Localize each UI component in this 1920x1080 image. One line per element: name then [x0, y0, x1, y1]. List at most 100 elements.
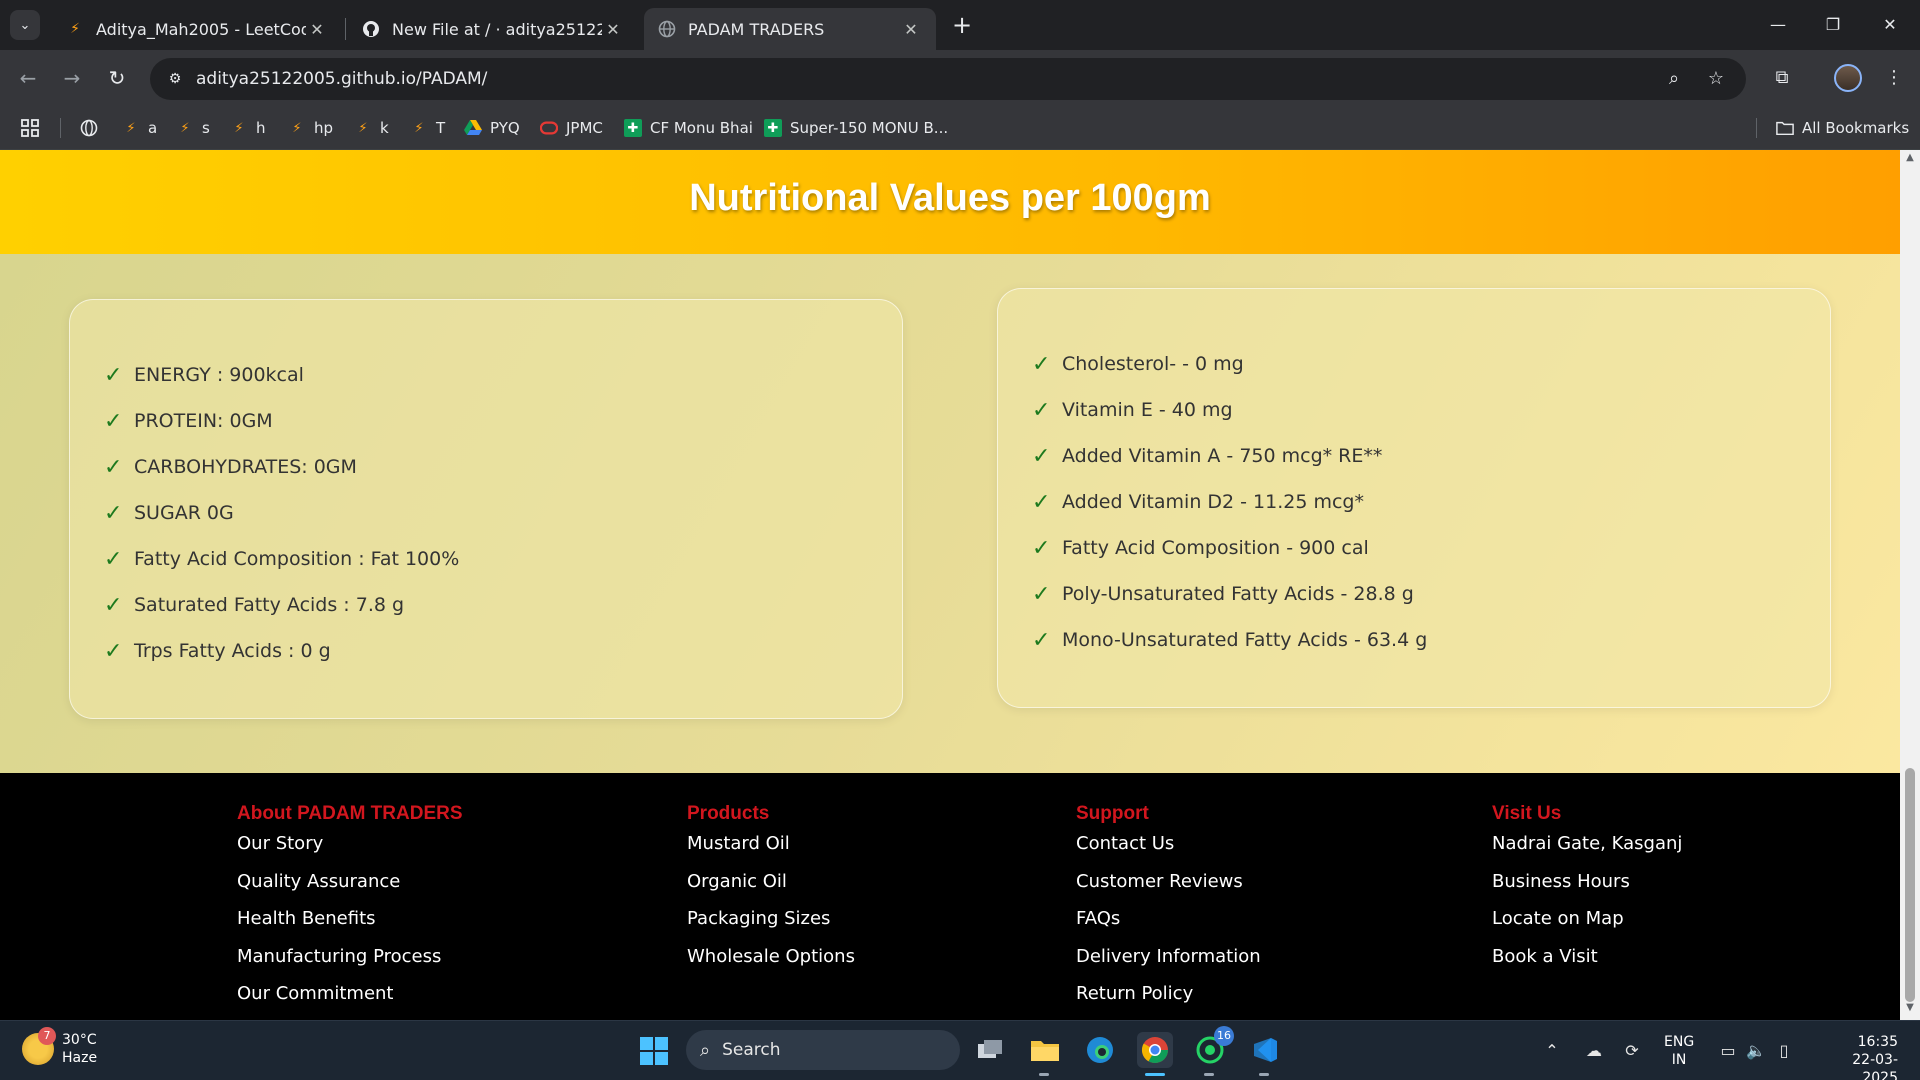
bookmark-jpmc[interactable]: JPMC — [540, 116, 603, 140]
address-bar[interactable]: ⚙ aditya25122005.github.io/PADAM/ ⌕ ☆ — [150, 58, 1746, 100]
close-window-button[interactable]: ✕ — [1870, 10, 1910, 40]
restore-button[interactable]: ❐ — [1813, 10, 1853, 40]
taskbar-search[interactable]: ⌕ Search — [686, 1030, 960, 1070]
footer-link[interactable]: Return Policy — [1076, 983, 1261, 1020]
profile-avatar[interactable] — [1834, 64, 1862, 92]
nutrition-banner: Nutritional Values per 100gm — [0, 150, 1900, 254]
footer-link[interactable]: Customer Reviews — [1076, 871, 1261, 909]
close-tab-icon[interactable]: ✕ — [602, 20, 624, 39]
nutrition-list-right: ✓ Cholesterol- - 0 mg ✓ Vitamin E - 40 mg … — [1032, 341, 1830, 663]
bookmark-a[interactable]: ⚡ a — [122, 116, 157, 140]
bookmark-globe[interactable] — [80, 116, 106, 140]
vscode-icon[interactable] — [1247, 1032, 1283, 1076]
weather-widget[interactable]: 7 30°C Haze — [22, 1027, 97, 1067]
chrome-icon[interactable] — [1137, 1032, 1173, 1076]
bookmark-pyq[interactable]: PYQ — [464, 116, 520, 140]
search-label: Search — [722, 1040, 781, 1060]
sync-icon[interactable]: ⟳ — [1620, 1039, 1644, 1063]
list-item: ✓ Fatty Acid Composition : Fat 100% — [104, 546, 460, 572]
tab-padam-traders[interactable]: PADAM TRADERS ✕ — [644, 8, 936, 50]
chevron-up-icon[interactable]: ⌃ — [1540, 1039, 1564, 1063]
minimize-button[interactable]: — — [1758, 10, 1798, 40]
footer-link[interactable]: FAQs — [1076, 908, 1261, 946]
tab-leetcode[interactable]: ⚡ Aditya_Mah2005 - LeetCode Pr ✕ — [52, 8, 342, 50]
bookmark-t[interactable]: ⚡ T — [410, 116, 445, 140]
volume-icon[interactable]: 🔈 — [1744, 1039, 1768, 1063]
bookmark-star-icon[interactable]: ☆ — [1704, 67, 1728, 91]
windows-taskbar: 7 30°C Haze ⌕ Search 16 ⌃ ☁ ⟳ ENG IN ▭ 🔈… — [0, 1020, 1920, 1080]
forward-arrow-icon[interactable]: → — [56, 62, 88, 94]
bookmark-divider — [1756, 118, 1757, 138]
footer-link[interactable]: Our Commitment — [237, 983, 463, 1020]
list-item: ✓ Mono-Unsaturated Fatty Acids - 63.4 g — [1032, 627, 1428, 653]
bookmark-label: PYQ — [490, 119, 520, 137]
footer-link[interactable]: Wholesale Options — [687, 946, 855, 984]
edge-icon[interactable] — [1082, 1032, 1118, 1068]
task-view-icon[interactable] — [972, 1032, 1008, 1068]
extensions-icon[interactable]: ⧉ — [1768, 64, 1796, 92]
site-info-icon[interactable]: ⚙ — [164, 68, 186, 90]
leetcode-icon: ⚡ — [180, 120, 190, 136]
language-indicator[interactable]: ENG IN — [1664, 1033, 1694, 1069]
bookmark-label: Super-150 MONU B... — [790, 119, 949, 137]
footer-column-products: Products Mustard Oil Organic Oil Packagi… — [687, 803, 855, 983]
windows-start-icon[interactable] — [640, 1037, 668, 1065]
tab-github[interactable]: New File at / · aditya25122005/ ✕ — [348, 8, 638, 50]
close-tab-icon[interactable]: ✕ — [900, 20, 922, 39]
whatsapp-icon[interactable]: 16 — [1192, 1026, 1234, 1076]
bookmark-label: s — [202, 119, 210, 137]
footer-link[interactable]: Delivery Information — [1076, 946, 1261, 984]
onedrive-icon[interactable]: ☁ — [1582, 1039, 1606, 1063]
scroll-up-arrow-icon[interactable]: ▲ — [1900, 152, 1920, 168]
zoom-icon[interactable]: ⌕ — [1662, 67, 1686, 91]
check-icon: ✓ — [104, 500, 123, 526]
system-clock[interactable]: 16:35 22-03-2025 — [1818, 1033, 1898, 1080]
display-icon[interactable]: ▭ — [1716, 1039, 1740, 1063]
scroll-down-arrow-icon[interactable]: ▼ — [1900, 1002, 1920, 1018]
footer-link[interactable]: Our Story — [237, 833, 463, 871]
back-arrow-icon[interactable]: ← — [12, 62, 44, 94]
page-scrollbar[interactable]: ▲ ▼ — [1900, 150, 1920, 1020]
footer-link[interactable]: Quality Assurance — [237, 871, 463, 909]
leetcode-icon: ⚡ — [234, 120, 244, 136]
footer-link[interactable]: Book a Visit — [1492, 946, 1682, 984]
battery-icon[interactable]: ▯ — [1772, 1039, 1796, 1063]
footer-link[interactable]: Contact Us — [1076, 833, 1261, 871]
footer-link[interactable]: Nadrai Gate, Kasganj — [1492, 833, 1682, 871]
bookmark-s[interactable]: ⚡ s — [176, 116, 210, 140]
list-item: ✓ CARBOHYDRATES: 0GM — [104, 454, 357, 480]
check-icon: ✓ — [1032, 627, 1051, 653]
footer-link[interactable]: Mustard Oil — [687, 833, 855, 871]
footer-link[interactable]: Organic Oil — [687, 871, 855, 909]
url-text[interactable]: aditya25122005.github.io/PADAM/ — [196, 69, 487, 89]
tab-separator — [345, 18, 346, 40]
scroll-thumb[interactable] — [1905, 768, 1915, 1002]
footer-link[interactable]: Packaging Sizes — [687, 908, 855, 946]
list-item: ✓ Vitamin E - 40 mg — [1032, 397, 1233, 423]
reload-icon[interactable]: ↻ — [101, 62, 133, 94]
footer-link[interactable]: Business Hours — [1492, 871, 1682, 909]
list-item: ✓ Added Vitamin A - 750 mcg* RE** — [1032, 443, 1383, 469]
more-menu-icon[interactable]: ⋮ — [1880, 64, 1908, 92]
bookmark-cf-monu-bhai[interactable]: ✚ CF Monu Bhai — [624, 116, 753, 140]
bookmark-label: hp — [314, 119, 334, 137]
tab-search-button[interactable]: ⌄ — [10, 10, 40, 40]
new-tab-button[interactable]: + — [948, 12, 976, 40]
page-viewport[interactable]: Nutritional Values per 100gm ✓ ENERGY : 9… — [0, 150, 1900, 1020]
whatsapp-badge: 16 — [1214, 1026, 1234, 1046]
footer-link[interactable]: Locate on Map — [1492, 908, 1682, 946]
bookmark-h[interactable]: ⚡ h — [230, 116, 265, 140]
bookmark-super-150[interactable]: ✚ Super-150 MONU B... — [764, 116, 948, 140]
footer-link[interactable]: Health Benefits — [237, 908, 463, 946]
close-tab-icon[interactable]: ✕ — [306, 20, 328, 39]
all-bookmarks-button[interactable]: All Bookmarks — [1776, 116, 1909, 140]
footer-link[interactable]: Manufacturing Process — [237, 946, 463, 984]
chevron-down-icon: ⌄ — [19, 17, 31, 33]
bookmark-hp[interactable]: ⚡ hp — [288, 116, 333, 140]
bookmark-k[interactable]: ⚡ k — [354, 116, 388, 140]
github-icon — [362, 20, 380, 38]
site-footer: About PADAM TRADERS Our Story Quality As… — [0, 773, 1900, 1020]
apps-grid-icon[interactable] — [20, 116, 40, 140]
leetcode-icon: ⚡ — [292, 120, 302, 136]
file-explorer-icon[interactable] — [1027, 1032, 1063, 1076]
